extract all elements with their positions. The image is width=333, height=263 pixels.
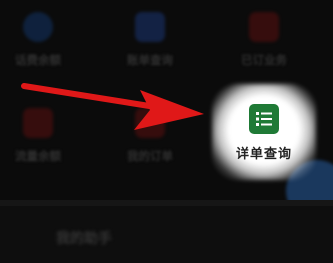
app-screen: 话费余额 账单查询 已订业务 流量余额 我的订单 详单查询 我的助手: [0, 0, 333, 263]
pointer-arrow-icon: [21, 83, 204, 130]
